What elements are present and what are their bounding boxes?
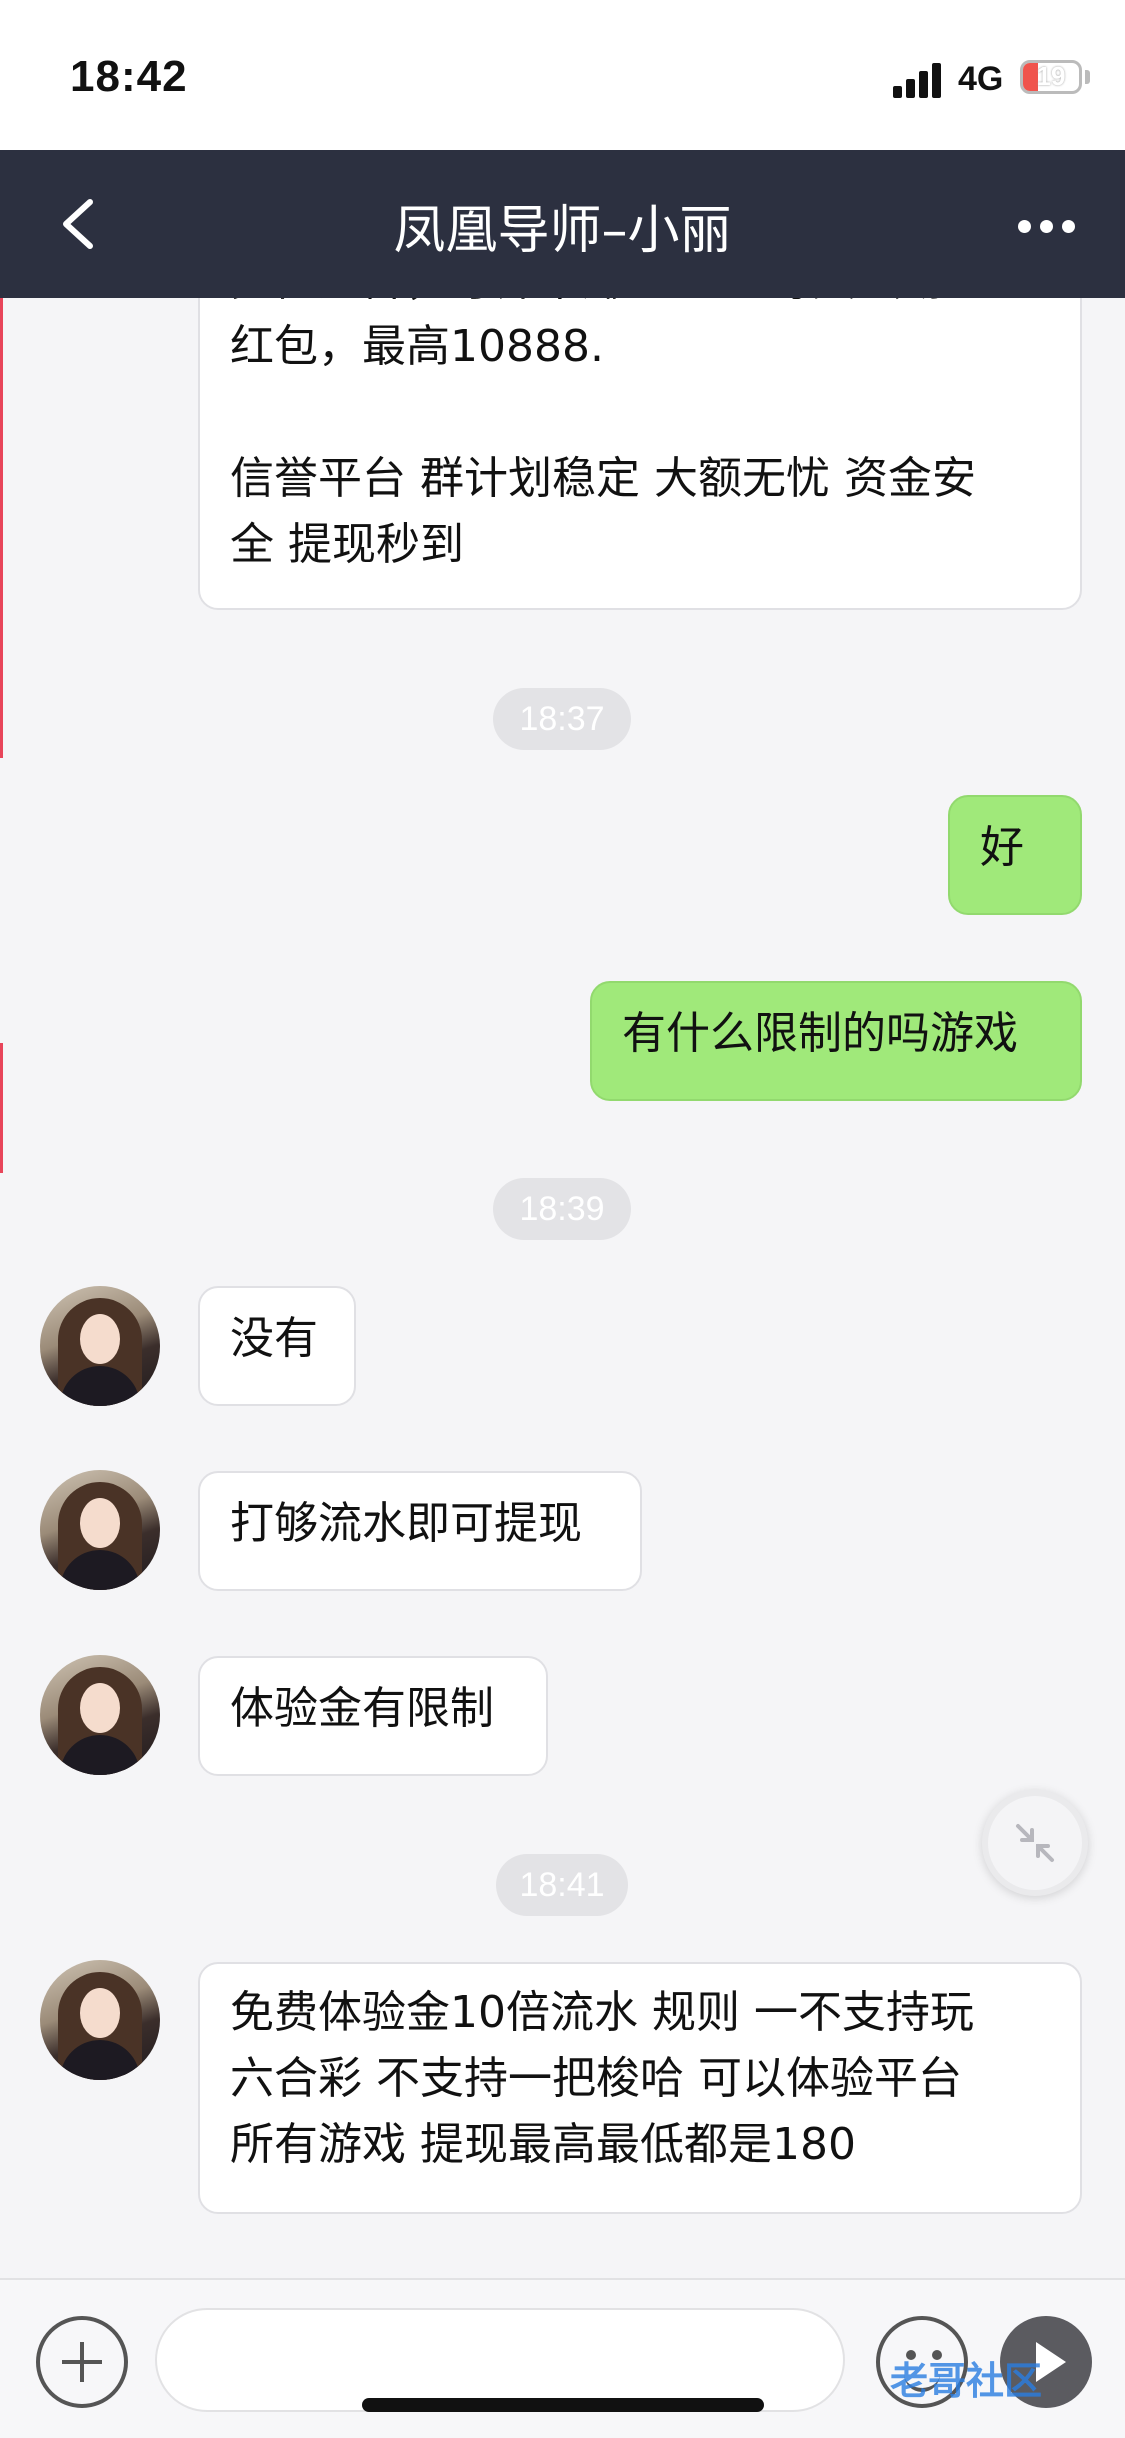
timestamp-pill: 18:41 (496, 1854, 628, 1916)
message-bubble-incoming[interactable]: 没有 (198, 1286, 356, 1406)
network-type: 4G (958, 60, 1004, 98)
avatar[interactable] (40, 1286, 160, 1406)
home-indicator (362, 2398, 764, 2412)
watermark: 老哥社区 (890, 2359, 1043, 2403)
chat-header: 凤凰导师–小丽 (0, 150, 1125, 298)
more-dots-icon[interactable] (1018, 220, 1078, 234)
message-line: 免费体验金10倍流水 规则 一不支持玩 (230, 1987, 974, 2038)
message-line: 六合彩 不支持一把梭哈 可以体验平台 (230, 2053, 962, 2104)
signal-icon (893, 62, 943, 98)
avatar[interactable] (40, 1655, 160, 1775)
message-line (230, 380, 1050, 446)
chat-title: 凤凰导师–小丽 (393, 201, 732, 261)
timestamp-pill: 18:39 (493, 1178, 631, 1240)
message-input[interactable] (155, 2308, 845, 2412)
message-bubble-outgoing[interactable]: 有什么限制的吗游戏 (590, 981, 1082, 1101)
message-line: 所有游戏 提现最高最低都是180 (230, 2119, 856, 2170)
message-line: 红包，最高10888. (230, 321, 604, 372)
left-accent (0, 298, 3, 758)
battery-icon: 19 (1020, 60, 1082, 94)
message-line: 信誉平台 群计划稳定 大额无忧 资金安 (230, 453, 976, 504)
battery-cap (1085, 70, 1090, 84)
collapse-arrows-icon (1016, 1824, 1054, 1862)
message-bubble-outgoing[interactable]: 好 (948, 795, 1082, 915)
avatar[interactable] (40, 1960, 160, 2080)
message-bubble-incoming[interactable]: 体验金有限制 (198, 1656, 548, 1776)
left-accent (0, 1043, 3, 1173)
message-bubble-incoming[interactable]: 打够流水即可提现 (198, 1471, 642, 1591)
timestamp-pill: 18:37 (493, 688, 631, 750)
message-line: 充值返群，导师带赚30%。每天6次抢 (230, 298, 1050, 314)
status-bar: 18:42 4G 19 (0, 0, 1125, 150)
minimize-button[interactable] (982, 1790, 1088, 1896)
status-time: 18:42 (70, 52, 188, 101)
message-bubble-incoming[interactable]: 免费体验金10倍流水 规则 一不支持玩 六合彩 不支持一把梭哈 可以体验平台 所… (198, 1962, 1082, 2214)
battery-level: 19 (1036, 61, 1066, 91)
message-bubble-incoming[interactable]: 充值返群，导师带赚30%。每天6次抢 红包，最高10888. 信誉平台 群计划稳… (198, 298, 1082, 610)
plus-circle-icon[interactable] (36, 2316, 128, 2408)
avatar[interactable] (40, 1470, 160, 1590)
message-line: 全 提现秒到 (230, 519, 464, 570)
chat-area[interactable]: 充值返群，导师带赚30%。每天6次抢 红包，最高10888. 信誉平台 群计划稳… (0, 298, 1125, 2278)
